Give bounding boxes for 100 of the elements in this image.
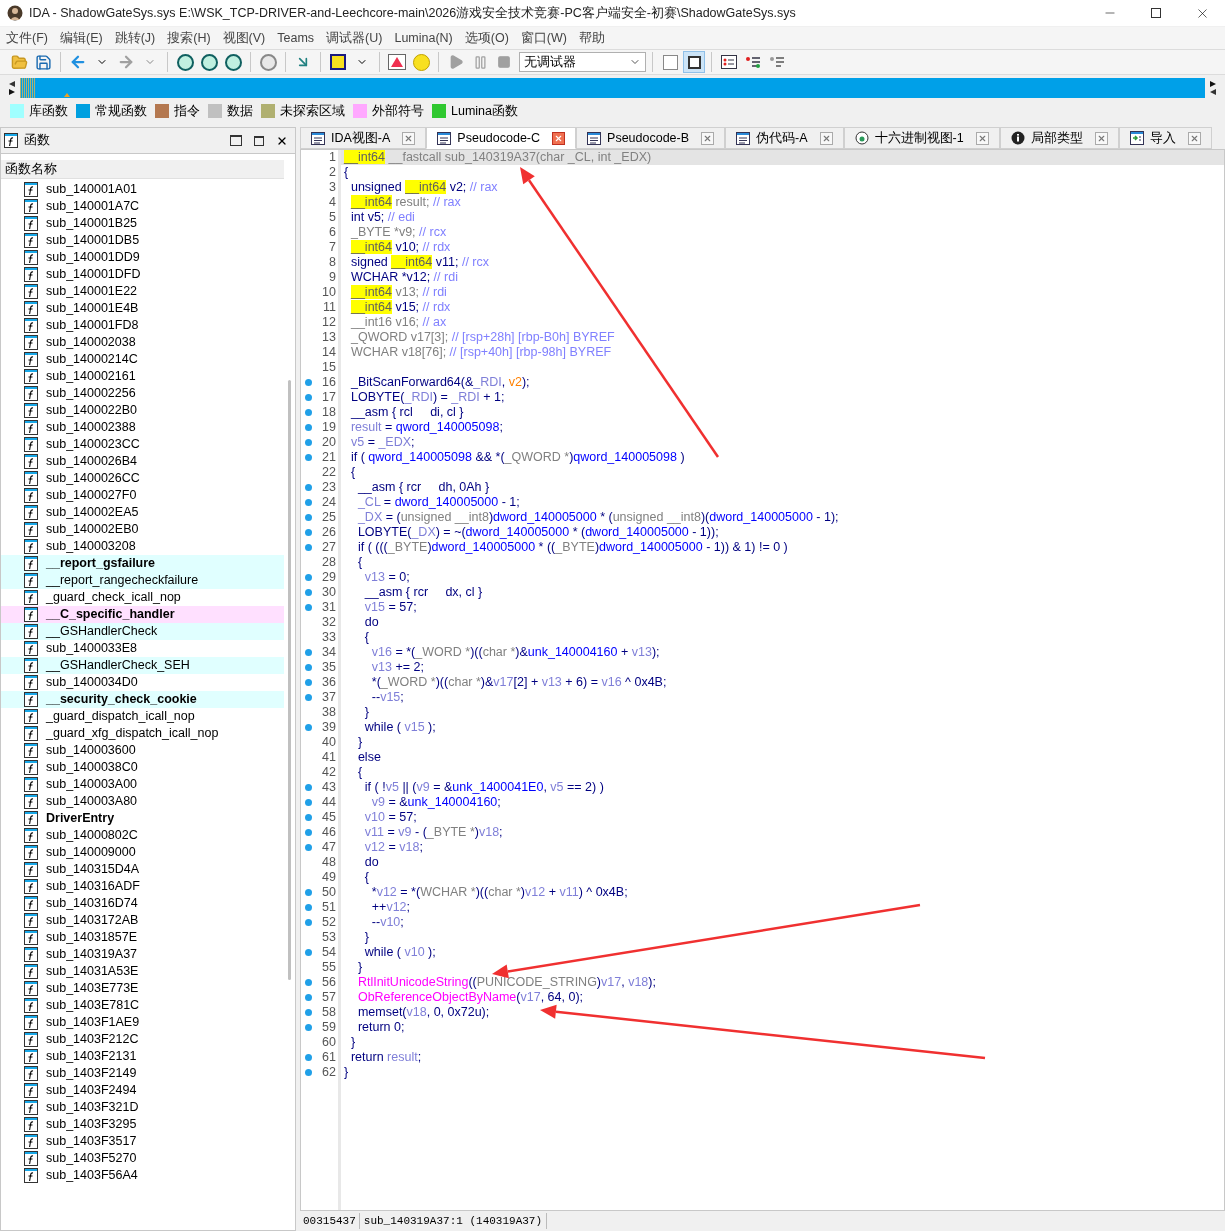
function-row[interactable]: sub_140001DB5 [1, 232, 284, 249]
list-icon[interactable] [745, 55, 761, 69]
pause-icon[interactable] [472, 54, 488, 70]
save-icon[interactable] [34, 53, 52, 71]
function-row[interactable]: __GSHandlerCheck [1, 623, 284, 640]
menu-item[interactable]: Teams [273, 28, 319, 48]
function-row[interactable]: sub_140002EB0 [1, 521, 284, 538]
tab-label[interactable]: 导入 [1149, 128, 1176, 148]
function-row[interactable]: sub_14031857E [1, 929, 284, 946]
folder-icon[interactable] [10, 53, 28, 71]
function-row[interactable]: sub_1400034D0 [1, 674, 284, 691]
forward-arrow-icon[interactable] [117, 53, 135, 71]
tab-label[interactable]: 十六进制视图-1 [874, 128, 964, 148]
function-row[interactable]: _guard_dispatch_icall_nop [1, 708, 284, 725]
function-row[interactable]: sub_140003208 [1, 538, 284, 555]
menu-item[interactable]: 搜索(H) [163, 28, 215, 48]
function-row[interactable]: sub_140002038 [1, 334, 284, 351]
menu-item[interactable]: 选项(O) [460, 28, 513, 48]
function-row[interactable]: sub_140001A01 [1, 181, 284, 198]
function-row[interactable]: sub_140002256 [1, 385, 284, 402]
function-row[interactable]: sub_14000214C [1, 351, 284, 368]
function-row[interactable]: __GSHandlerCheck_SEH [1, 657, 284, 674]
debugger-select[interactable]: 无调试器 [519, 52, 646, 72]
tab[interactable]: 伪代码-A [725, 127, 844, 149]
function-row[interactable]: _guard_check_icall_nop [1, 589, 284, 606]
function-row[interactable]: sub_140003A00 [1, 776, 284, 793]
tab[interactable]: Pseudocode-C [426, 127, 577, 149]
menu-item[interactable]: 视图(V) [218, 28, 270, 48]
maximize-button[interactable] [230, 135, 242, 146]
scrollbar[interactable] [288, 380, 291, 980]
function-row[interactable]: sub_1400023CC [1, 436, 284, 453]
triangle-icon[interactable] [388, 54, 406, 70]
menu-item[interactable]: Lumina(N) [390, 28, 457, 48]
function-row[interactable]: sub_1403172AB [1, 912, 284, 929]
tab-label[interactable]: Pseudocode-B [607, 128, 690, 148]
function-row[interactable]: sub_140009000 [1, 844, 284, 861]
function-row[interactable]: sub_1403F56A4 [1, 1167, 284, 1184]
function-row[interactable]: sub_1403E781C [1, 997, 284, 1014]
function-row[interactable]: _guard_xfg_dispatch_icall_nop [1, 725, 284, 742]
tab[interactable]: 导入 [1118, 127, 1212, 149]
tab[interactable]: 十六进制视图-1 [843, 127, 1000, 149]
function-row[interactable]: sub_1403F212C [1, 1031, 284, 1048]
square-icon[interactable] [330, 54, 346, 70]
tab-label[interactable]: Pseudocode-C [457, 128, 541, 148]
function-row[interactable]: sub_140003600 [1, 742, 284, 759]
function-row[interactable]: sub_1400026CC [1, 470, 284, 487]
function-row[interactable]: sub_140001E4B [1, 300, 284, 317]
function-row[interactable]: sub_1403F3517 [1, 1133, 284, 1150]
function-row[interactable]: sub_1403F3295 [1, 1116, 284, 1133]
menu-item[interactable]: 帮助 [575, 28, 609, 48]
list-icon[interactable] [721, 55, 737, 69]
function-row[interactable]: sub_140315D4A [1, 861, 284, 878]
play-icon[interactable] [448, 54, 464, 70]
tab[interactable]: 局部类型 [999, 127, 1119, 149]
function-row[interactable]: sub_1403E773E [1, 980, 284, 997]
function-row[interactable]: sub_14031A53E [1, 963, 284, 980]
function-row[interactable]: sub_140002EA5 [1, 504, 284, 521]
tab-label[interactable]: IDA视图-A [331, 128, 391, 148]
function-row[interactable]: __report_rangecheckfailure [1, 572, 284, 589]
function-row[interactable]: sub_1403F321D [1, 1099, 284, 1116]
function-row[interactable]: sub_140003A80 [1, 793, 284, 810]
function-row[interactable]: sub_1403F1AE9 [1, 1014, 284, 1031]
function-row[interactable]: sub_1403F2494 [1, 1082, 284, 1099]
menu-item[interactable]: 调试器(U) [322, 28, 387, 48]
function-row[interactable]: DriverEntry [1, 810, 284, 827]
menu-item[interactable]: 窗口(W) [516, 28, 571, 48]
function-row[interactable]: __security_check_cookie [1, 691, 284, 708]
tab[interactable]: Pseudocode-B [576, 127, 726, 149]
function-row[interactable]: sub_1400033E8 [1, 640, 284, 657]
function-row[interactable]: sub_140002388 [1, 419, 284, 436]
function-row[interactable]: sub_140319A37 [1, 946, 284, 963]
function-row[interactable]: sub_140002161 [1, 368, 284, 385]
menu-item[interactable]: 跳转(J) [110, 28, 160, 48]
function-row[interactable]: sub_140001DD9 [1, 249, 284, 266]
function-row[interactable]: sub_1400022B0 [1, 402, 284, 419]
tab[interactable]: IDA视图-A [300, 127, 427, 149]
maximize-icon[interactable] [1151, 8, 1161, 18]
function-row[interactable]: sub_140001B25 [1, 215, 284, 232]
function-row[interactable]: sub_14000802C [1, 827, 284, 844]
function-row[interactable]: sub_140316ADF [1, 878, 284, 895]
menu-item[interactable]: 编辑(E) [55, 28, 107, 48]
function-row[interactable]: sub_140001A7C [1, 198, 284, 215]
stop-icon[interactable] [497, 55, 511, 69]
menu-item[interactable]: 文件(F) [2, 28, 52, 48]
function-row[interactable]: sub_1403F5270 [1, 1150, 284, 1167]
function-row[interactable]: sub_1400038C0 [1, 759, 284, 776]
function-row[interactable]: __C_specific_handler [1, 606, 284, 623]
column-header[interactable]: 函数名称 [1, 160, 284, 179]
function-row[interactable]: sub_140001FD8 [1, 317, 284, 334]
function-row[interactable]: sub_140001DFD [1, 266, 284, 283]
scroll-arrows-icon[interactable] [1209, 79, 1217, 97]
tab-label[interactable]: 伪代码-A [756, 128, 808, 148]
tab-label[interactable]: 局部类型 [1030, 128, 1083, 148]
toggle-button[interactable] [683, 51, 705, 73]
scroll-arrows-icon[interactable] [8, 79, 16, 97]
function-row[interactable]: sub_140001E22 [1, 283, 284, 300]
restore-button[interactable] [254, 135, 264, 146]
function-row[interactable]: sub_140316D74 [1, 895, 284, 912]
function-row[interactable]: sub_1403F2131 [1, 1048, 284, 1065]
function-row[interactable]: __report_gsfailure [1, 555, 284, 572]
